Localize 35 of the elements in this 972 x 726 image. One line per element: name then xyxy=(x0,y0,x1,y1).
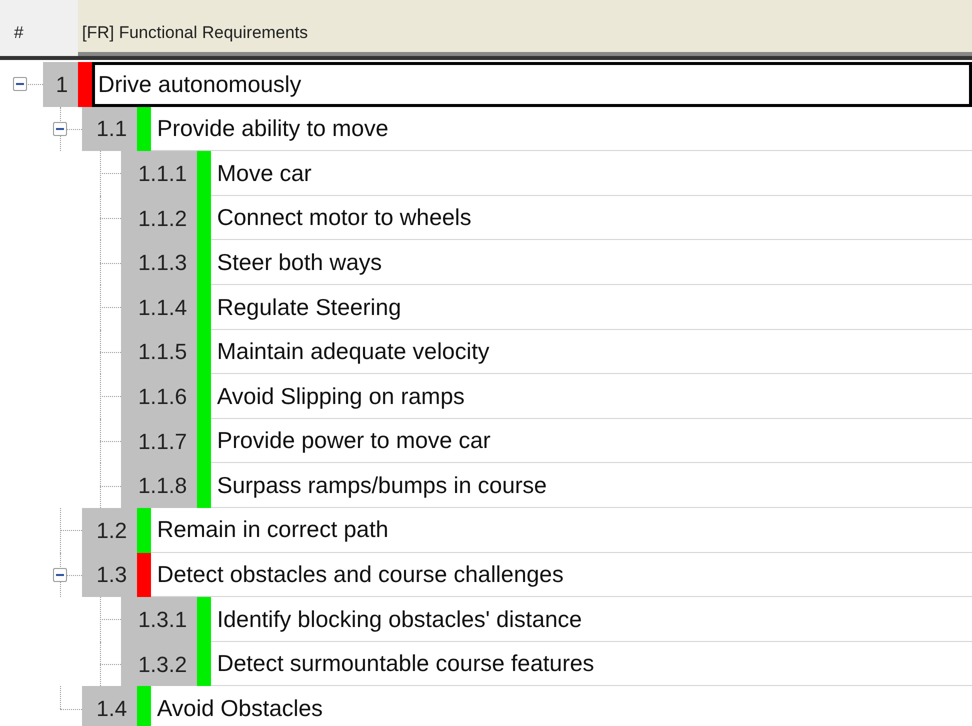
row-number: 1 xyxy=(43,62,78,107)
requirement-text[interactable]: Steer both ways xyxy=(211,240,972,285)
requirement-text[interactable]: Detect obstacles and course challenges xyxy=(151,552,972,598)
row-number: 1.3 xyxy=(82,552,137,598)
requirement-text[interactable]: Provide power to move car xyxy=(211,418,972,464)
row-number: 1.1.2 xyxy=(121,196,197,240)
requirement-text[interactable]: Detect surmountable course features xyxy=(211,642,972,686)
row-number: 1.1.1 xyxy=(121,151,197,196)
requirement-text[interactable]: Avoid Obstacles xyxy=(151,686,972,726)
row-number: 1.1.4 xyxy=(121,284,197,330)
row-number: 1.3.2 xyxy=(121,642,197,686)
row-number: 1.4 xyxy=(82,686,137,726)
requirement-text[interactable]: Avoid Slipping on ramps xyxy=(211,374,972,419)
requirement-text[interactable]: Identify blocking obstacles' distance xyxy=(211,597,972,642)
requirement-text[interactable]: Surpass ramps/bumps in course xyxy=(211,463,972,508)
row-number: 1.1.5 xyxy=(121,330,197,374)
requirement-text[interactable]: Connect motor to wheels xyxy=(211,196,972,240)
row-number: 1.1.6 xyxy=(121,374,197,419)
requirement-text[interactable]: Move car xyxy=(211,151,972,196)
row-number: 1.3.1 xyxy=(121,597,197,642)
column-header[interactable]: # xyxy=(0,0,78,56)
row-number: 1.1.7 xyxy=(121,418,197,464)
collapse-toggle[interactable] xyxy=(53,122,67,136)
row-number: 1.2 xyxy=(82,508,137,553)
row-number: 1.1 xyxy=(82,106,137,152)
requirement-text[interactable]: Regulate Steering xyxy=(211,284,972,330)
requirement-text[interactable]: Maintain adequate velocity xyxy=(211,330,972,374)
collapse-toggle[interactable] xyxy=(53,568,67,582)
row-number: 1.1.3 xyxy=(121,240,197,285)
requirement-text[interactable]: Drive autonomously xyxy=(92,62,972,107)
row-number: 1.1.8 xyxy=(121,463,197,508)
requirement-text[interactable]: Provide ability to move xyxy=(151,106,972,152)
collapse-toggle[interactable] xyxy=(13,77,27,92)
column-header[interactable]: [FR] Functional Requirements xyxy=(78,0,972,56)
requirement-text[interactable]: Remain in correct path xyxy=(151,508,972,553)
